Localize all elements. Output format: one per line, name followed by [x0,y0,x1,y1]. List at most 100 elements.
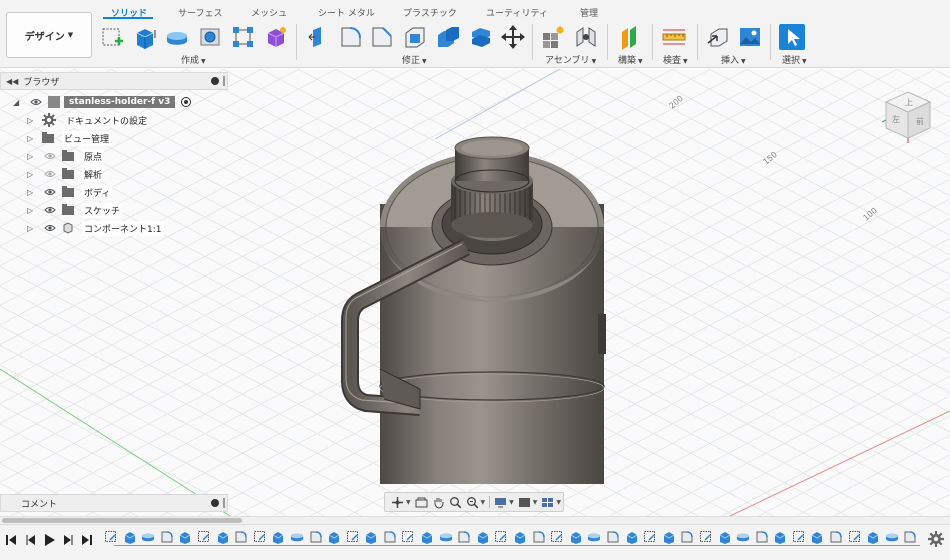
expand-right-icon[interactable]: ▷ [27,224,36,233]
press-pull-icon[interactable] [305,24,331,50]
revolve-icon[interactable] [164,24,190,50]
timeline-fillet-icon[interactable] [309,530,323,544]
eye-icon[interactable] [30,98,42,106]
form-icon[interactable] [263,24,289,50]
collapse-panel-icon[interactable]: ◀◀ [6,77,18,86]
activate-radio[interactable] [181,97,192,107]
go-to-end-icon[interactable] [80,533,94,547]
expand-right-icon[interactable]: ▷ [27,170,36,179]
timeline-sketch-icon[interactable] [848,530,862,544]
tree-item-bodies[interactable]: ▷ ボディ [27,184,113,200]
canvas-viewport[interactable]: 200 150 100 上 前 左 [0,69,950,516]
measure-icon[interactable] [661,24,687,50]
timeline-revolve-icon[interactable] [290,530,304,544]
play-icon[interactable] [42,533,56,547]
inspect-menu[interactable]: 検査 ▼ [663,53,688,66]
timeline-fillet-icon[interactable] [680,530,694,544]
expand-right-icon[interactable]: ▷ [27,116,36,125]
chamfer-icon[interactable] [369,24,395,50]
timeline-extrude-icon[interactable] [810,530,824,544]
timeline-revolve-icon[interactable] [736,530,750,544]
timeline-extrude-icon[interactable] [271,530,285,544]
select-cursor-icon[interactable] [779,24,805,50]
eye-icon[interactable] [44,224,56,232]
timeline-extrude-icon[interactable] [513,530,527,544]
root-component-label[interactable]: stanless-holder-f v3 [64,96,176,108]
chevron-down-icon[interactable]: ▼ [556,499,561,506]
timeline-sketch-icon[interactable] [550,530,564,544]
new-component-icon[interactable] [540,24,566,50]
timeline-fillet-icon[interactable] [829,530,843,544]
tree-item-analysis[interactable]: ▷ 解析 [27,166,105,182]
fillet-icon[interactable] [338,24,364,50]
insert-menu[interactable]: 挿入 ▼ [721,53,746,66]
eye-hidden-icon[interactable] [44,170,56,178]
timeline-fillet-icon[interactable] [457,530,471,544]
modify-menu[interactable]: 修正 ▼ [402,53,427,66]
timeline-extrude-icon[interactable] [718,530,732,544]
timeline-fillet-icon[interactable] [160,530,174,544]
assemble-menu[interactable]: アセンブリ ▼ [545,53,596,66]
timeline-settings-gear-icon[interactable] [928,531,944,547]
comments-panel[interactable]: コメント [0,494,228,512]
eye-hidden-icon[interactable] [44,152,56,160]
timeline-sketch-icon[interactable] [253,530,267,544]
tab-mesh[interactable]: メッシュ [251,6,287,19]
new-sketch-icon[interactable] [100,24,126,50]
timeline-revolve-icon[interactable] [885,530,899,544]
move-icon[interactable] [500,24,526,50]
insert-derive-icon[interactable] [705,24,731,50]
timeline-sketch-icon[interactable] [643,530,657,544]
look-at-icon[interactable] [413,495,430,509]
step-forward-icon[interactable] [61,533,75,547]
browser-panel-header[interactable]: ◀◀ ブラウザ [0,72,228,90]
pan-hand-icon[interactable] [430,495,447,509]
timeline-sketch-icon[interactable] [699,530,713,544]
expand-right-icon[interactable]: ▷ [27,134,36,143]
split-body-icon[interactable] [468,24,494,50]
construct-menu[interactable]: 構築 ▼ [618,53,643,66]
tab-sheet-metal[interactable]: シート メタル [318,6,375,19]
timeline-sketch-icon[interactable] [494,530,508,544]
pattern-icon[interactable] [230,24,256,50]
expand-right-icon[interactable]: ▷ [27,188,36,197]
timeline-extrude-icon[interactable] [625,530,639,544]
zoom-icon[interactable] [447,495,464,509]
timeline-extrude-icon[interactable] [662,530,676,544]
hole-icon[interactable] [197,24,223,50]
timeline-extrude-icon[interactable] [476,530,490,544]
timeline-extrude-icon[interactable] [216,530,230,544]
resize-handle[interactable] [223,76,225,86]
timeline-fillet-icon[interactable] [903,530,917,544]
create-menu[interactable]: 作成 ▼ [181,53,206,66]
tree-item-document-settings[interactable]: ▷ ドキュメントの設定 [27,112,150,128]
tree-item-component[interactable]: ▷ コンポーネント1:1 [27,220,164,236]
timeline-extrude-icon[interactable] [773,530,787,544]
step-back-icon[interactable] [24,533,38,547]
timeline-extrude-icon[interactable] [178,530,192,544]
timeline-sketch-icon[interactable] [401,530,415,544]
timeline-sketch-icon[interactable] [346,530,360,544]
zoom-window-icon[interactable] [464,495,481,509]
display-settings-icon[interactable] [492,495,509,509]
chevron-down-icon[interactable]: ▼ [481,499,486,506]
viewcube[interactable]: 上 前 左 [878,86,938,146]
pin-icon[interactable] [211,77,219,85]
timeline-fillet-icon[interactable] [383,530,397,544]
timeline-extrude-icon[interactable] [420,530,434,544]
timeline-sketch-icon[interactable] [792,530,806,544]
workspace-switcher[interactable]: デザイン ▼ [6,12,92,58]
timeline-revolve-icon[interactable] [439,530,453,544]
chevron-down-icon[interactable]: ▼ [533,499,538,506]
timeline-extrude-icon[interactable] [866,530,880,544]
scrollbar-thumb[interactable] [2,518,242,523]
timeline-extrude-icon[interactable] [327,530,341,544]
offset-plane-icon[interactable] [617,24,643,50]
resize-handle[interactable] [223,498,225,508]
tree-root-row[interactable]: ◢ stanless-holder-f v3 [13,94,192,110]
timeline-fillet-icon[interactable] [234,530,248,544]
chevron-down-icon[interactable]: ▼ [406,499,411,506]
chevron-down-icon[interactable]: ▼ [509,499,514,506]
add-comment-icon[interactable] [211,499,219,507]
timeline-fillet-icon[interactable] [532,530,546,544]
